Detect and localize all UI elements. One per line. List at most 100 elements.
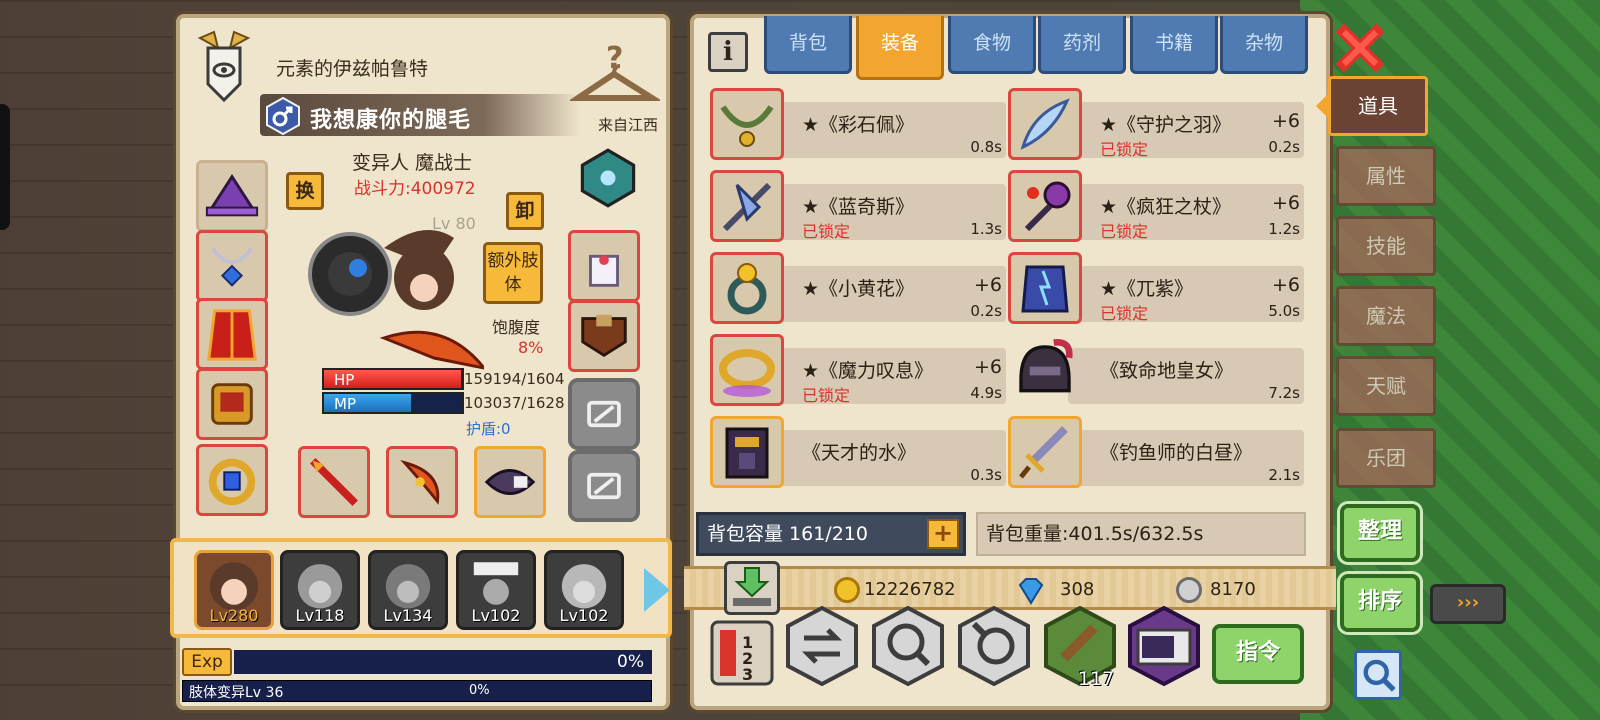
item-name: ★《彩石佩》 — [802, 114, 915, 136]
slot-ring[interactable] — [196, 444, 268, 516]
player-name: 我想康你的腿毛 — [310, 108, 472, 133]
zoom-in-magnifier-icon[interactable] — [872, 606, 944, 686]
tab-bag[interactable]: 背包 — [764, 16, 852, 74]
hp-bar: HP — [322, 368, 464, 390]
order-button[interactable]: 排序 — [1340, 574, 1420, 632]
side-tab-attributes[interactable]: 属性 — [1336, 146, 1436, 206]
item-name: ★《魔力叹息》 — [802, 360, 934, 382]
tab-potion[interactable]: 药剂 — [1038, 16, 1126, 74]
dark-armor-icon — [725, 427, 769, 479]
tab-food[interactable]: 食物 — [948, 16, 1036, 74]
info-button[interactable]: i — [708, 32, 748, 72]
inventory-item[interactable]: ★《蓝奇斯》 已锁定 1.3s — [710, 170, 1012, 246]
side-tab-magic[interactable]: 魔法 — [1336, 286, 1436, 346]
wardrobe-hanger-icon[interactable]: ? — [570, 40, 660, 110]
tab-misc[interactable]: 杂物 — [1220, 16, 1308, 74]
mp-bar: MP — [322, 392, 464, 414]
silver-amount: 8170 — [1210, 579, 1256, 600]
slot-weapon-3[interactable] — [474, 446, 546, 518]
side-tab-items[interactable]: 道具 — [1328, 76, 1428, 136]
expand-arrows-button[interactable]: ››› — [1430, 584, 1506, 624]
satiety-label: 饱腹度 — [492, 318, 541, 337]
player-origin: 来自江西 — [598, 116, 659, 134]
swap-button[interactable]: 换 — [286, 172, 324, 210]
microwave-icon[interactable] — [1128, 606, 1200, 686]
member-level: Lv280 — [209, 606, 259, 625]
zoom-out-magnifier-icon[interactable] — [958, 606, 1030, 686]
party-member-2[interactable]: Lv118 — [280, 550, 360, 630]
unequip-button[interactable]: 卸 — [506, 192, 544, 230]
bag-weight: 背包重量:401.5s/632.5s — [976, 512, 1306, 556]
item-icon-frame — [1008, 252, 1082, 324]
slot-armor[interactable] — [196, 298, 268, 370]
mp-label: MP — [334, 395, 356, 413]
empty-slot-icon — [587, 472, 621, 500]
flame-blade-icon — [400, 460, 440, 505]
slot-body[interactable] — [196, 368, 268, 440]
slot-glove[interactable] — [568, 230, 640, 302]
guild-crest-icon — [197, 30, 251, 103]
slot-weapon-1[interactable] — [298, 446, 370, 518]
item-icon-frame — [1008, 416, 1082, 488]
side-tab-talent[interactable]: 天赋 — [1336, 356, 1436, 416]
member-level: Lv134 — [383, 606, 433, 625]
tab-equipment[interactable]: 装备 — [856, 16, 944, 80]
item-icon-frame — [710, 88, 784, 160]
stone-necklace-icon — [720, 105, 774, 147]
slot-boots[interactable] — [568, 300, 640, 372]
character-title: 元素的伊兹帕鲁特 — [276, 58, 429, 80]
inventory-item[interactable]: ★《守护之羽》 +6 已锁定 0.2s — [1008, 88, 1310, 164]
exp-bar: 0% — [234, 650, 652, 674]
member-level: Lv102 — [559, 606, 609, 625]
item-name: 《致命地皇女》 — [1100, 360, 1234, 382]
item-weight: 0.8s — [970, 138, 1002, 156]
inventory-item[interactable]: ★《彩石佩》 0.8s — [710, 88, 1012, 164]
item-plus: +6 — [1272, 192, 1301, 214]
mutation-label: 肢体变异Lv 36 — [189, 685, 284, 701]
inventory-item[interactable]: ★《魔力叹息》 +6 已锁定 4.9s — [710, 334, 1012, 410]
party-bar: Lv280 Lv118 Lv134 Lv102 Lv102 — [170, 538, 672, 638]
side-tab-band[interactable]: 乐团 — [1336, 428, 1436, 488]
party-member-3[interactable]: Lv134 — [368, 550, 448, 630]
party-member-5[interactable]: Lv102 — [544, 550, 624, 630]
inventory-item[interactable]: ★《疯狂之杖》 +6 已锁定 1.2s — [1008, 170, 1310, 246]
slot-necklace[interactable] — [196, 230, 268, 302]
slot-hat[interactable] — [196, 160, 268, 232]
tab-books[interactable]: 书籍 — [1130, 16, 1218, 74]
dark-helmet-icon — [1019, 339, 1073, 393]
slot-locked-2[interactable] — [568, 450, 640, 522]
item-name: 《钓鱼师的白昼》 — [1100, 442, 1253, 464]
side-tab-skills[interactable]: 技能 — [1336, 216, 1436, 276]
inventory-item[interactable]: ★《兀紫》 +6 已锁定 5.0s — [1008, 252, 1310, 328]
inventory-panel: i 背包 装备 食物 药剂 书籍 杂物 ★《彩石佩》 0.8s ★《守护之羽》 … — [684, 14, 1336, 710]
party-member-4[interactable]: Lv102 — [456, 550, 536, 630]
extra-limb-button[interactable]: 额外肢体 — [483, 242, 543, 304]
inventory-item[interactable]: 《天才的水》 0.3s — [710, 416, 1012, 492]
slot-emblem[interactable] — [572, 142, 644, 214]
slot-locked-1[interactable] — [568, 378, 640, 450]
numbered-list-icon[interactable]: 1 2 3 — [710, 620, 774, 686]
sort-button[interactable]: 整理 — [1340, 504, 1420, 562]
close-icon[interactable] — [1336, 24, 1384, 72]
diamond-icon — [1018, 578, 1044, 605]
exp-percent: 0% — [617, 652, 644, 672]
diamond-amount: 308 — [1060, 579, 1095, 600]
inventory-item[interactable]: 《致命地皇女》 7.2s — [1008, 334, 1310, 410]
party-member-1[interactable]: Lv280 — [194, 550, 274, 630]
party-next-arrow-icon[interactable] — [644, 568, 670, 612]
swap-arrows-icon[interactable] — [786, 606, 858, 686]
flower-ring-icon — [727, 263, 767, 315]
inventory-item[interactable]: ★《小黄花》 +6 0.2s — [710, 252, 1012, 328]
expand-capacity-button[interactable]: + — [927, 519, 959, 549]
deposit-button[interactable] — [724, 561, 780, 615]
race-class: 变异人 魔战士 — [352, 152, 473, 174]
item-plus: +6 — [1272, 110, 1301, 132]
search-icon[interactable] — [1354, 650, 1402, 700]
svg-text:3: 3 — [742, 665, 753, 684]
command-button[interactable]: 指令 — [1212, 624, 1304, 684]
shield-value: 护盾:0 — [466, 420, 511, 438]
inventory-item[interactable]: 《钓鱼师的白昼》 2.1s — [1008, 416, 1310, 492]
gold-ring-icon — [719, 349, 775, 397]
flame-spear-icon — [309, 457, 359, 507]
slot-weapon-2[interactable] — [386, 446, 458, 518]
